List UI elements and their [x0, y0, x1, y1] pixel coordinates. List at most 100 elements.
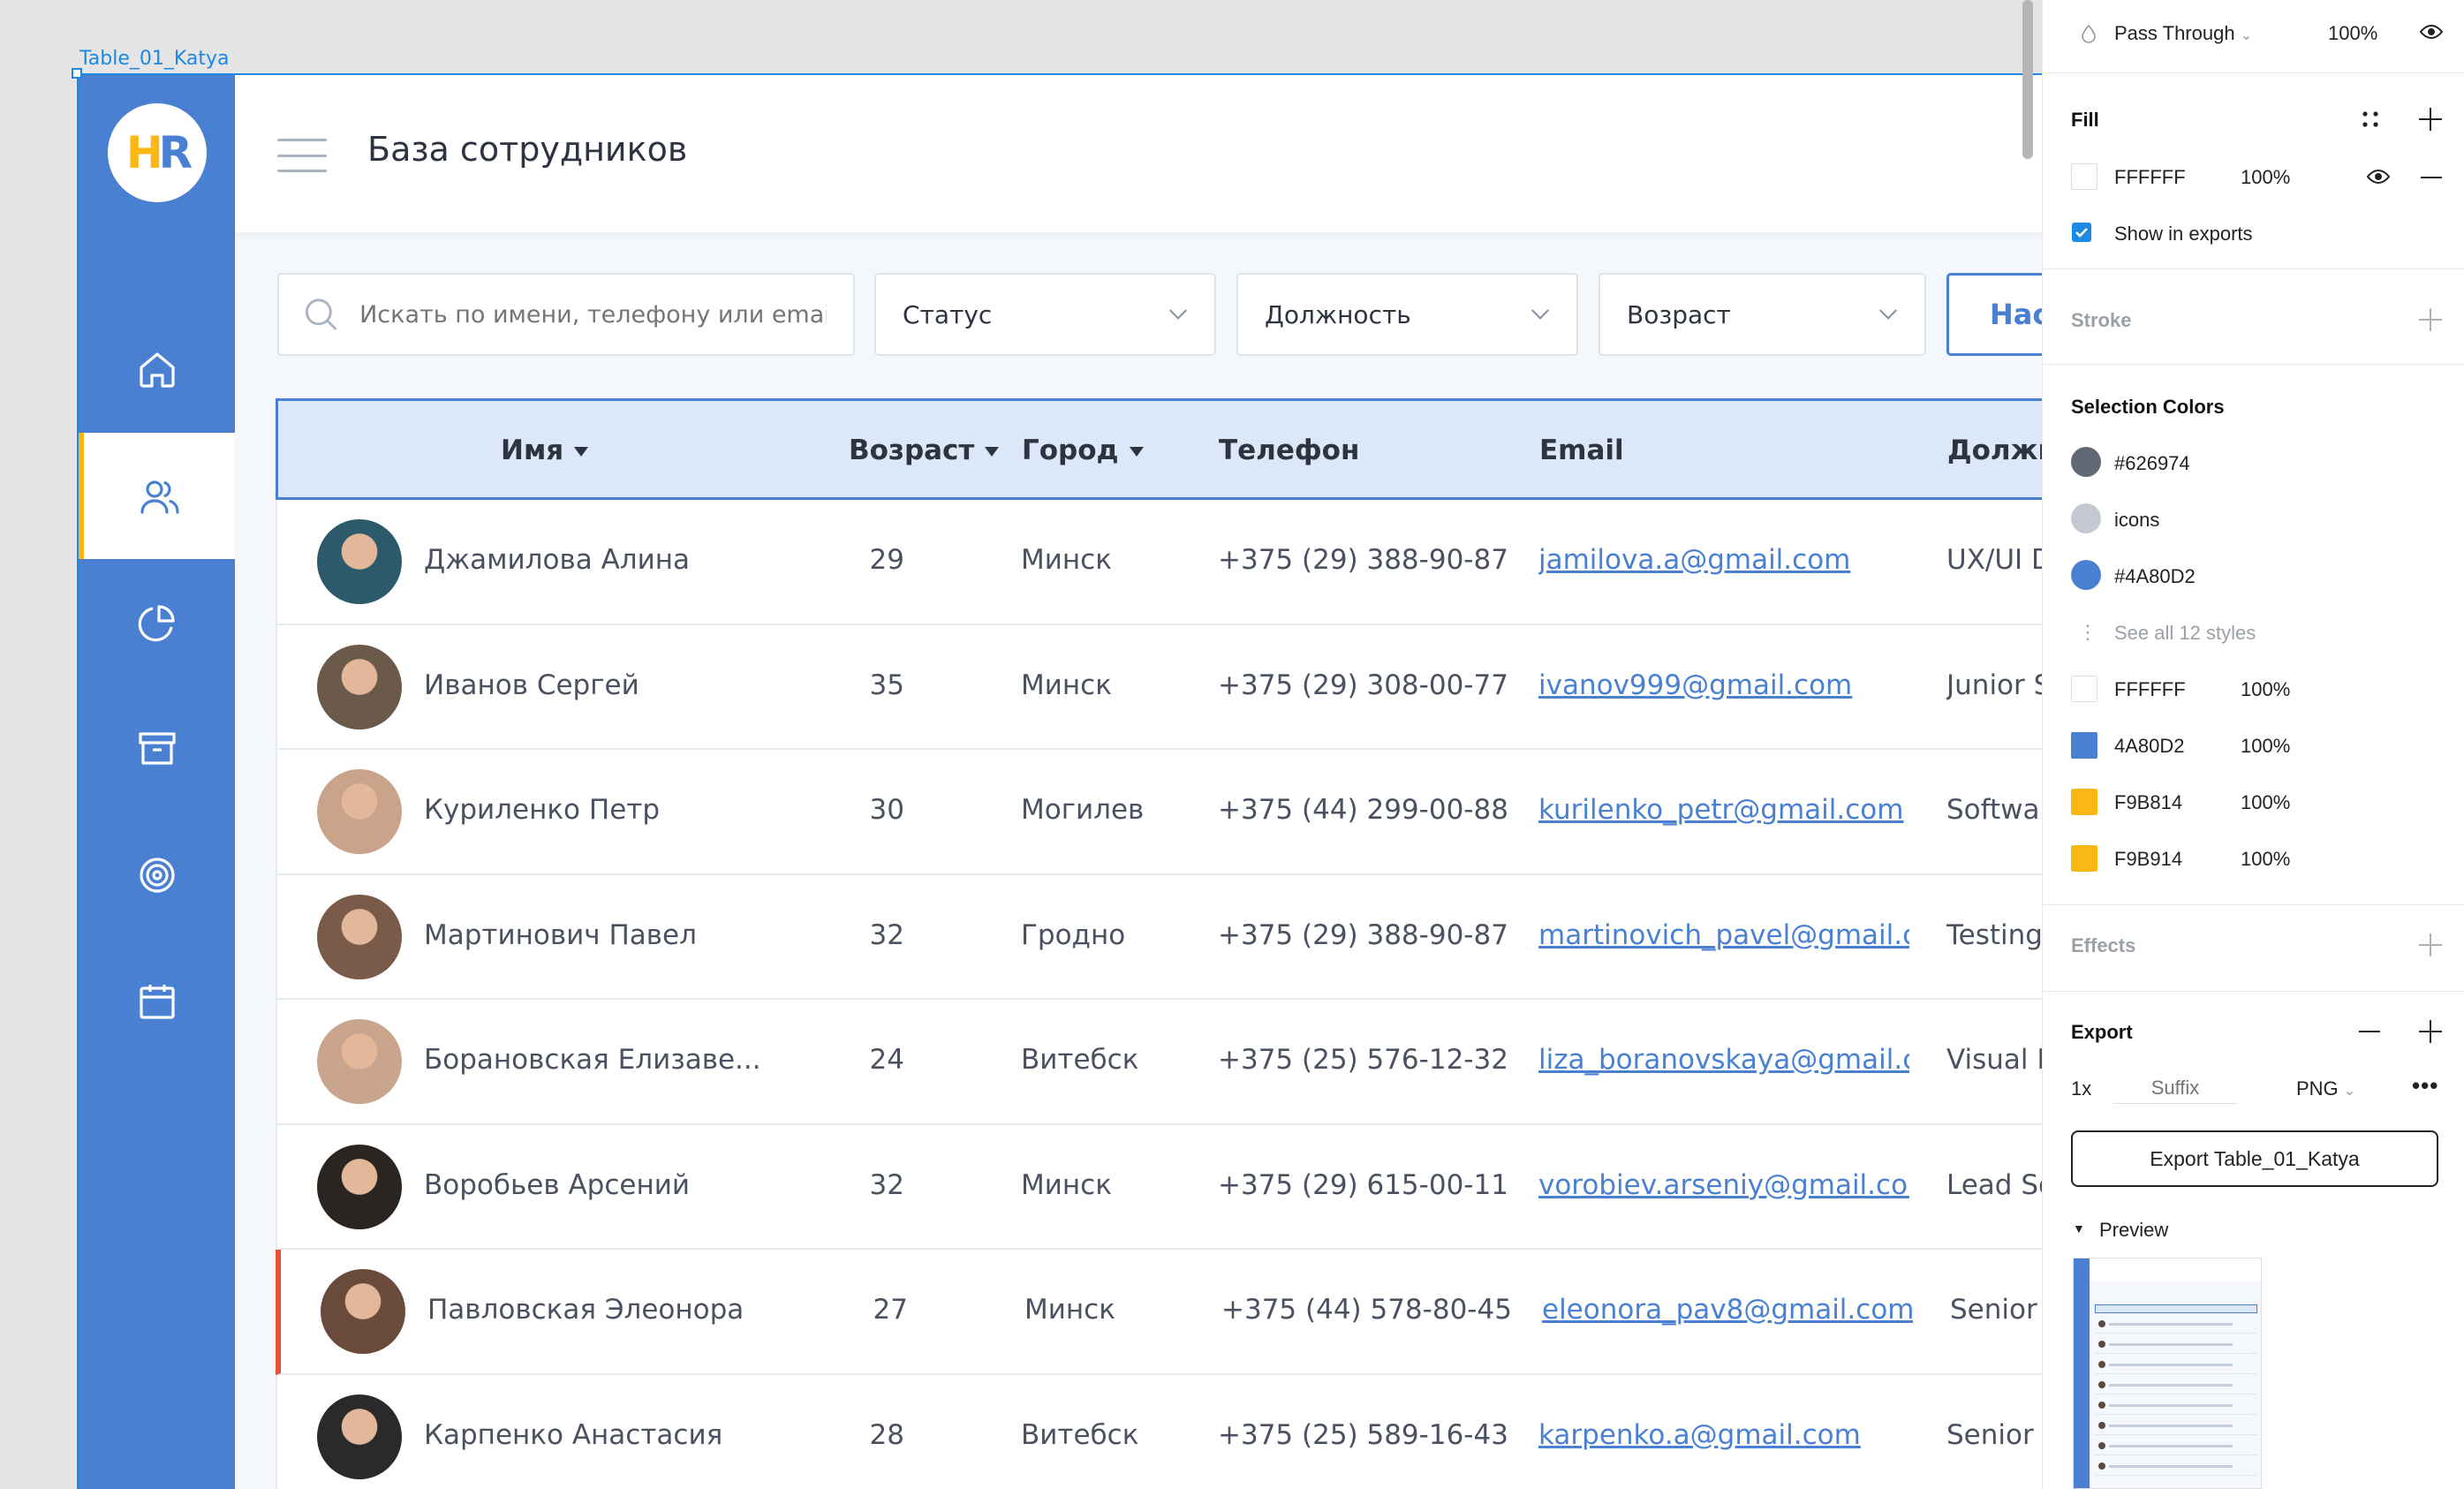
frame-table-01[interactable]: HR База сотрудников Искать по имени, тел…	[77, 73, 2042, 1489]
employee-email-link[interactable]: karpenko.a@gmail.com	[1538, 1419, 1909, 1451]
table-row[interactable]: Иванов Сергей 35 Минск +375 (29) 308-00-77 i…	[276, 624, 2042, 750]
fill-swatch[interactable]	[2071, 163, 2097, 190]
export-suffix-input[interactable]	[2113, 1072, 2237, 1104]
avatar[interactable]	[321, 1269, 405, 1354]
color-hex[interactable]: F9B914	[2114, 848, 2182, 871]
color-hex[interactable]: F9B814	[2114, 791, 2182, 814]
avatar[interactable]	[317, 1144, 402, 1229]
color-opacity[interactable]: 100%	[2241, 791, 2290, 814]
table-row[interactable]: Куриленко Петр 30 Могилев +375 (44) 299-00-…	[276, 750, 2042, 875]
avatar[interactable]	[317, 894, 402, 979]
employee-email-link[interactable]: kurilenko_petr@gmail.com	[1538, 794, 1909, 826]
blend-mode-dropdown[interactable]: Pass Through ⌄	[2114, 22, 2252, 45]
add-fill-icon[interactable]	[2419, 108, 2442, 131]
eye-icon[interactable]	[2419, 23, 2444, 41]
export-scale[interactable]: 1x	[2071, 1077, 2091, 1100]
eye-icon[interactable]	[2366, 168, 2391, 185]
column-age[interactable]: Возраст	[849, 435, 1000, 466]
remove-export-icon[interactable]	[2359, 1031, 2380, 1032]
add-effect-icon[interactable]	[2419, 933, 2442, 956]
style-color-dot[interactable]	[2071, 560, 2101, 590]
preview-row-line	[2095, 1434, 2257, 1435]
table-row[interactable]: Карпенко Анастасия 28 Витебск +375 (25) 589…	[276, 1374, 2042, 1489]
employee-email-link[interactable]: martinovich_pavel@gmail.c...	[1538, 919, 1909, 951]
styles-grid-icon[interactable]	[2361, 110, 2380, 129]
age-filter[interactable]: Возраст	[1599, 273, 1926, 356]
avatar[interactable]	[317, 1019, 402, 1104]
nav-users[interactable]	[79, 433, 235, 559]
table-row[interactable]: Борановская Елизаве... 24 Витебск +375 (25)…	[276, 1000, 2042, 1125]
frame-label[interactable]: Table_01_Katya	[79, 48, 230, 70]
style-label[interactable]: #626974	[2114, 452, 2190, 475]
table-row[interactable]: Павловская Элеонора 27 Минск +375 (44) 578-…	[276, 1250, 2042, 1375]
status-filter[interactable]: Статус	[874, 273, 1216, 356]
column-name[interactable]: Имя	[501, 435, 589, 466]
color-hex[interactable]: 4A80D2	[2114, 735, 2185, 758]
style-color-dot[interactable]	[2071, 447, 2101, 477]
triangle-down-icon[interactable]: ▼	[2073, 1221, 2085, 1236]
fill-opacity[interactable]: 100%	[2241, 166, 2290, 189]
nav-reports[interactable]	[79, 559, 235, 685]
search-field[interactable]	[277, 273, 855, 356]
add-stroke-icon[interactable]	[2419, 308, 2442, 331]
color-swatch[interactable]	[2071, 676, 2097, 702]
avatar[interactable]	[317, 1394, 402, 1479]
column-city[interactable]: Город	[1022, 435, 1144, 466]
table-row[interactable]: Мартинович Павел 32 Гродно +375 (29) 388-90…	[276, 874, 2042, 1000]
export-more-icon[interactable]: •••	[2412, 1072, 2438, 1100]
employee-name[interactable]: Карпенко Анастасия	[424, 1419, 768, 1451]
color-opacity[interactable]: 100%	[2241, 678, 2290, 701]
fill-hex[interactable]: FFFFFF	[2114, 166, 2186, 189]
employee-email-link[interactable]: jamilova.a@gmail.com	[1538, 544, 1909, 576]
layer-opacity[interactable]: 100%	[2328, 22, 2377, 45]
employee-name[interactable]: Джамилова Алина	[424, 544, 768, 576]
employee-name[interactable]: Куриленко Петр	[424, 794, 768, 826]
color-opacity[interactable]: 100%	[2241, 848, 2290, 871]
color-swatch[interactable]	[2071, 732, 2097, 759]
column-email[interactable]: Email	[1539, 435, 1624, 466]
color-swatch[interactable]	[2071, 845, 2097, 872]
search-input[interactable]	[359, 300, 827, 329]
color-opacity[interactable]: 100%	[2241, 735, 2290, 758]
export-button[interactable]: Export Table_01_Katya	[2071, 1130, 2438, 1187]
remove-fill-icon[interactable]	[2421, 177, 2442, 178]
table-row[interactable]: Джамилова Алина 29 Минск +375 (29) 388-90-8…	[276, 500, 2042, 625]
style-label[interactable]: #4A80D2	[2114, 565, 2196, 588]
hr-logo[interactable]: HR	[108, 103, 207, 202]
show-in-exports-checkbox[interactable]	[2072, 223, 2091, 242]
export-format-dropdown[interactable]: PNG ⌄	[2296, 1077, 2355, 1100]
selection-handle[interactable]	[72, 68, 82, 79]
style-label[interactable]: icons	[2114, 509, 2159, 532]
preview-title[interactable]: Preview	[2099, 1219, 2168, 1242]
employee-email-link[interactable]: liza_boranovskaya@gmail.c...	[1538, 1044, 1909, 1076]
nav-home[interactable]	[79, 306, 235, 433]
employee-name[interactable]: Воробьев Арсений	[424, 1169, 768, 1201]
nav-archive[interactable]	[79, 685, 235, 812]
design-canvas[interactable]: Table_01_Katya HR База сотрудников Искат…	[0, 0, 2042, 1489]
employee-name[interactable]: Мартинович Павел	[424, 919, 768, 951]
position-filter[interactable]: Должность	[1236, 273, 1578, 356]
style-color-dot[interactable]	[2071, 503, 2101, 533]
canvas-scrollbar[interactable]	[2022, 0, 2033, 159]
avatar[interactable]	[317, 644, 402, 729]
see-all-styles-link[interactable]: See all 12 styles	[2114, 622, 2256, 645]
column-phone[interactable]: Телефон	[1219, 435, 1359, 466]
settings-button[interactable]: Настройки	[1946, 273, 2042, 356]
employee-email-link[interactable]: vorobiev.arseniy@gmail.com	[1538, 1169, 1909, 1201]
column-position[interactable]: Должность	[1947, 435, 2042, 466]
avatar[interactable]	[317, 519, 402, 604]
employee-email-link[interactable]: eleonora_pav8@gmail.com	[1542, 1294, 1913, 1326]
table-row[interactable]: Воробьев Арсений 32 Минск +375 (29) 615-00-…	[276, 1124, 2042, 1250]
employee-name[interactable]: Борановская Елизаве...	[424, 1044, 768, 1076]
employee-age: 24	[869, 1044, 904, 1076]
avatar[interactable]	[317, 769, 402, 854]
nav-calendar[interactable]	[79, 938, 235, 1064]
color-swatch[interactable]	[2071, 789, 2097, 815]
employee-name[interactable]: Павловская Элеонора	[427, 1294, 772, 1326]
employee-email-link[interactable]: ivanov999@gmail.com	[1538, 669, 1909, 701]
nav-goals[interactable]	[79, 812, 235, 938]
color-hex[interactable]: FFFFFF	[2114, 678, 2186, 701]
add-export-icon[interactable]	[2419, 1020, 2442, 1043]
employee-name[interactable]: Иванов Сергей	[424, 669, 768, 701]
menu-icon[interactable]	[277, 139, 327, 172]
